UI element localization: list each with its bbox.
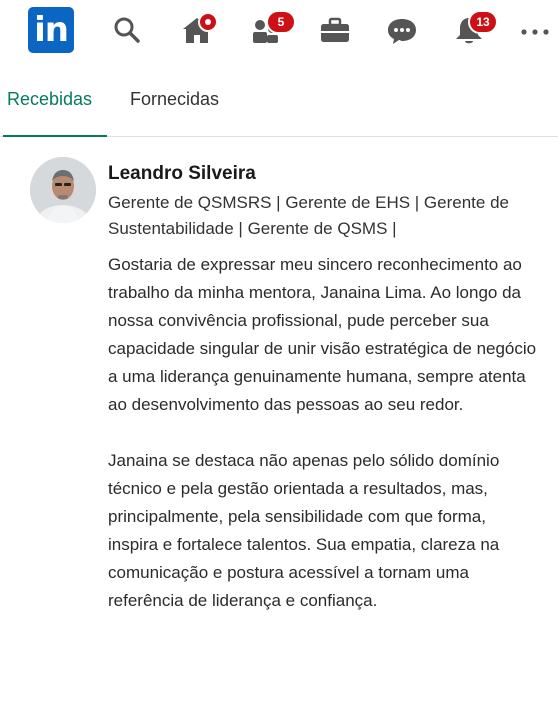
recommendation-tabs: Recebidas Fornecidas [0, 62, 558, 137]
my-network-icon[interactable]: 5 [250, 10, 296, 46]
recommender-headline: Gerente de QSMSRS | Gerente de EHS | Ger… [108, 193, 509, 238]
more-icon[interactable] [518, 14, 552, 46]
my-network-badge: 5 [266, 10, 296, 34]
jobs-icon[interactable] [318, 14, 352, 46]
top-navigation-bar: in 5 13 [0, 0, 558, 62]
recommendation-content: Leandro Silveira Gerente de QSMSRS | Ger… [108, 162, 538, 643]
tab-recebidas[interactable]: Recebidas [7, 89, 92, 110]
linkedin-logo[interactable]: in [28, 7, 74, 53]
messaging-icon[interactable] [385, 14, 419, 46]
recommendation-paragraph: Gostaria de expressar meu sincero reconh… [108, 255, 537, 414]
tab-fornecidas[interactable]: Fornecidas [130, 89, 219, 110]
notifications-icon[interactable]: 13 [452, 10, 498, 46]
search-icon[interactable] [110, 14, 144, 46]
notifications-badge: 13 [468, 10, 498, 34]
recommender-name[interactable]: Leandro Silveira [108, 162, 538, 186]
avatar[interactable] [30, 157, 96, 223]
recommendation-paragraph: Janaina se destaca não apenas pelo sólid… [108, 451, 500, 610]
active-tab-indicator [3, 135, 107, 137]
home-icon[interactable] [180, 12, 218, 46]
home-notification-dot [198, 12, 218, 32]
